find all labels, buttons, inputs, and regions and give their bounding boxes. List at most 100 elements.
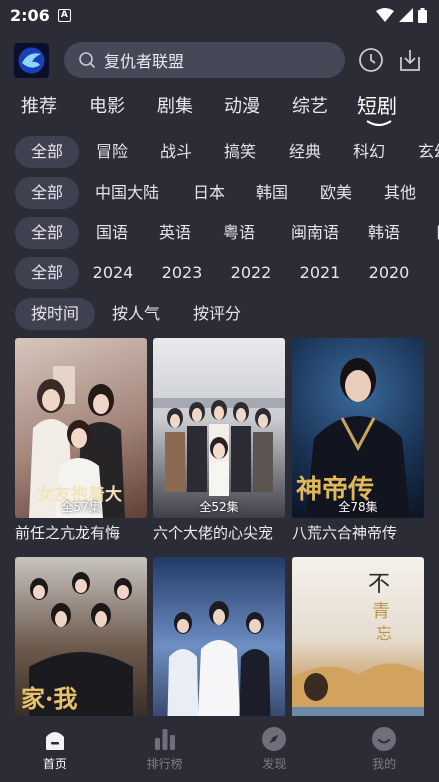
drama-card[interactable]: 女友抱着大 全57集 前任之亢龙有悔 [15, 338, 147, 543]
active-tab-indicator [366, 120, 392, 127]
poster-art: 神帝传 [296, 358, 410, 518]
app-notification-icon: A [57, 8, 71, 22]
drama-poster: 家·我 [15, 557, 147, 716]
language-chip-all[interactable]: 全部 [15, 217, 79, 249]
tab-movies[interactable]: 电影 [89, 92, 125, 118]
discover-icon [262, 727, 287, 751]
poster-art: 女友抱着大 [29, 366, 125, 518]
year-chip[interactable]: 2021 [295, 257, 345, 289]
genre-filter-row: 全部 冒险 战斗 搞笑 经典 科幻 玄幻 [0, 136, 439, 168]
nav-ranking[interactable]: 排行榜 [110, 718, 220, 782]
episode-count: 全78集 [338, 500, 378, 514]
clock-icon [359, 48, 383, 72]
nav-profile[interactable]: 我的 [329, 718, 439, 782]
svg-text:不: 不 [368, 572, 390, 597]
nav-ranking-label: 排行榜 [146, 757, 183, 771]
drama-title: 八荒六合神帝传 [292, 524, 398, 542]
logo-icon [18, 47, 45, 73]
language-chip[interactable]: 闽南语 [283, 217, 347, 249]
wifi-icon [376, 8, 394, 22]
language-chip[interactable]: 日语 [427, 217, 439, 249]
sort-chip-time[interactable]: 按时间 [15, 298, 95, 330]
genre-chip[interactable]: 玄幻 [410, 136, 439, 168]
drama-poster [153, 557, 285, 716]
drama-card[interactable]: 不 青 忘 [292, 557, 424, 716]
drama-card[interactable]: 全52集 六个大佬的心尖宠 [153, 338, 285, 543]
search-icon [79, 52, 96, 69]
tab-short-drama-label: 短剧 [357, 94, 397, 118]
svg-text:家·我: 家·我 [21, 684, 77, 713]
nav-home[interactable]: 首页 [0, 718, 110, 782]
episode-count: 全52集 [199, 500, 239, 514]
year-chip[interactable]: 2023 [157, 257, 207, 289]
status-bar: 2:06 A [0, 0, 439, 30]
sort-chip-popularity[interactable]: 按人气 [104, 298, 168, 330]
poster-art [167, 601, 271, 716]
year-chip[interactable]: 2024 [88, 257, 138, 289]
app-logo[interactable] [14, 42, 49, 78]
episode-count: 全57集 [61, 500, 101, 514]
region-chip[interactable]: 韩国 [248, 177, 296, 209]
poster-art: 不 青 忘 [292, 572, 424, 716]
bottom-navigation: 首页 排行榜 发现 我的 [0, 718, 439, 782]
year-filter-row: 全部 2024 2023 2022 2021 2020 [0, 257, 439, 289]
nav-discover[interactable]: 发现 [220, 718, 330, 782]
drama-poster: 全52集 [153, 338, 285, 518]
genre-chip[interactable]: 经典 [281, 136, 329, 168]
region-chip-all[interactable]: 全部 [15, 177, 79, 209]
drama-poster: 女友抱着大 全57集 [15, 338, 147, 518]
tab-short-drama[interactable]: 短剧 [357, 90, 397, 127]
nav-home-label: 首页 [42, 757, 67, 771]
top-header: 复仇者联盟 [14, 40, 425, 80]
download-icon [400, 50, 420, 71]
year-chip-all[interactable]: 全部 [15, 257, 79, 289]
region-chip[interactable]: 其他 [376, 177, 424, 209]
region-chip[interactable]: 欧美 [312, 177, 360, 209]
category-tabs: 推荐 电影 剧集 动漫 综艺 短剧 [0, 90, 439, 127]
genre-chip[interactable]: 冒险 [88, 136, 136, 168]
sort-filter-row: 按时间 按人气 按评分 [0, 298, 439, 330]
genre-chip[interactable]: 搞笑 [216, 136, 264, 168]
year-chip[interactable]: 2022 [226, 257, 276, 289]
profile-icon [372, 727, 397, 751]
year-chip[interactable]: 2020 [364, 257, 414, 289]
drama-card[interactable]: 神帝传 全78集 八荒六合神帝传 [292, 338, 424, 543]
drama-poster: 神帝传 全78集 [292, 338, 424, 518]
poster-art: 家·我 [21, 572, 133, 716]
drama-poster: 不 青 忘 [292, 557, 424, 716]
poster-art [153, 398, 285, 496]
region-filter-row: 全部 中国大陆 日本 韩国 欧美 其他 [0, 177, 439, 209]
region-chip[interactable]: 中国大陆 [88, 177, 166, 209]
sort-chip-rating[interactable]: 按评分 [185, 298, 249, 330]
genre-chip[interactable]: 科幻 [345, 136, 393, 168]
history-button[interactable] [358, 47, 384, 73]
search-input[interactable]: 复仇者联盟 [104, 48, 184, 72]
svg-text:忘: 忘 [376, 624, 392, 643]
signal-icon [399, 8, 413, 22]
drama-card[interactable] [153, 557, 285, 716]
drama-title: 前任之亢龙有悔 [15, 524, 121, 542]
home-icon [45, 732, 64, 750]
tab-anime[interactable]: 动漫 [224, 92, 260, 118]
drama-grid: 女友抱着大 全57集 前任之亢龙有悔 全52集 六个大佬的心尖宠 神帝传 全78… [15, 338, 425, 716]
tab-recommend[interactable]: 推荐 [21, 92, 57, 118]
tab-variety[interactable]: 综艺 [292, 92, 328, 118]
region-chip[interactable]: 日本 [185, 177, 233, 209]
ranking-icon [154, 729, 175, 750]
status-icons [376, 7, 427, 23]
nav-discover-label: 发现 [262, 757, 287, 771]
drama-card[interactable]: 家·我 [15, 557, 147, 716]
download-button[interactable] [397, 47, 423, 73]
language-chip[interactable]: 粤语 [215, 217, 263, 249]
genre-chip[interactable]: 战斗 [152, 136, 200, 168]
language-chip[interactable]: 英语 [151, 217, 199, 249]
language-chip[interactable]: 国语 [88, 217, 136, 249]
language-chip[interactable]: 韩语 [360, 217, 408, 249]
search-bar[interactable]: 复仇者联盟 [64, 42, 345, 78]
drama-title: 六个大佬的心尖宠 [153, 524, 274, 542]
tab-series[interactable]: 剧集 [157, 92, 193, 118]
status-time: 2:06 [10, 5, 50, 25]
genre-chip-all[interactable]: 全部 [15, 136, 79, 168]
battery-icon [418, 7, 427, 23]
svg-text:青: 青 [372, 601, 390, 622]
